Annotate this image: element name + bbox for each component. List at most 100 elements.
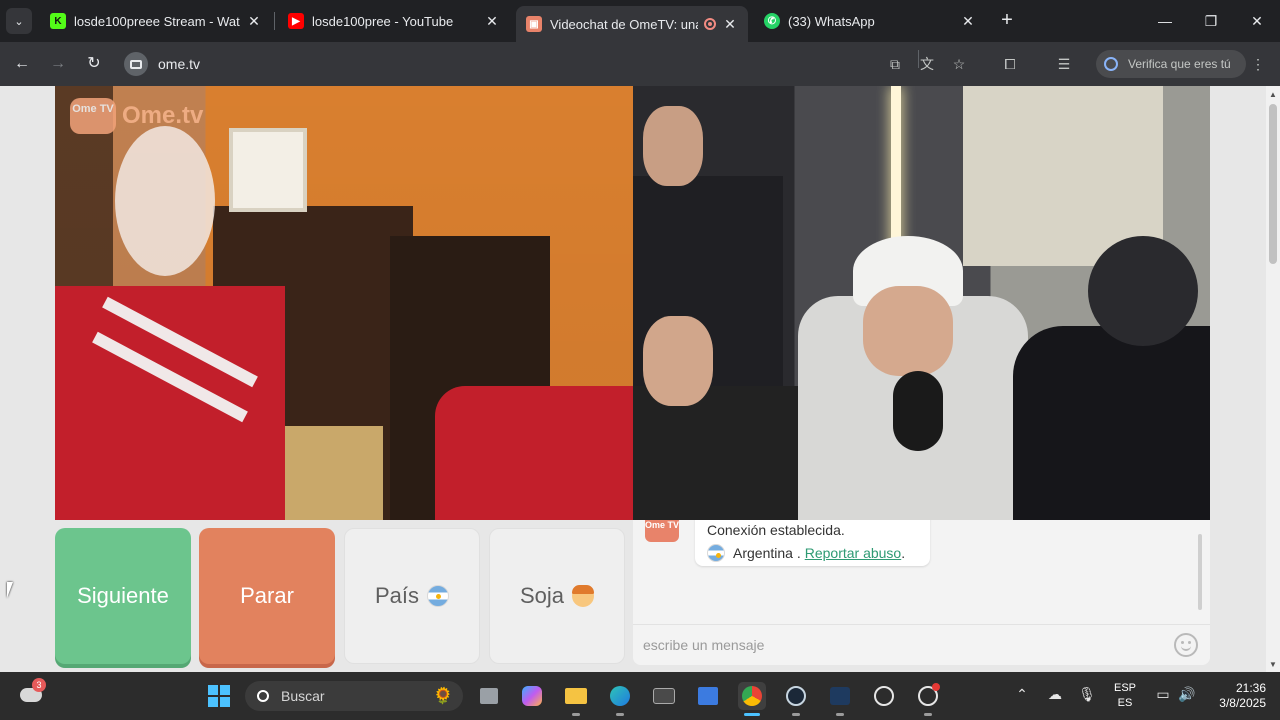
extensions-icon[interactable]: ⧠ [1000, 54, 1020, 74]
url-text[interactable]: ome.tv [158, 56, 200, 72]
tab-strip: ⌄ K losde100preee Stream - Watch ✕ ▶ los… [0, 0, 1280, 42]
partner-country-line: Argentina . Reportar abuso . [707, 544, 905, 562]
weather-widget-icon[interactable]: 3 [18, 678, 46, 710]
volume-icon[interactable]: 🔊 [1177, 686, 1197, 703]
kick-icon: K [50, 13, 66, 29]
next-label: Siguiente [77, 583, 169, 608]
clock-date: 3/8/2025 [1219, 696, 1266, 710]
window-close-button[interactable]: ✕ [1246, 10, 1268, 32]
onedrive-icon[interactable]: ☁ [1045, 686, 1065, 703]
toolbar-divider [918, 50, 919, 68]
separator-dot: . [792, 545, 801, 561]
ometv-logo-badge: Ome TV [70, 98, 116, 134]
stop-button[interactable]: Parar [199, 528, 335, 664]
profile-icon [1104, 57, 1118, 71]
close-icon[interactable]: ✕ [722, 16, 738, 33]
search-label: Buscar [281, 688, 325, 704]
connection-status: Conexión establecida. [707, 522, 845, 538]
report-abuse-link[interactable]: Reportar abuso [805, 545, 902, 561]
verify-label: Verifica que eres tú [1128, 57, 1231, 71]
red-jacket-left [55, 286, 285, 520]
edge-icon[interactable] [606, 682, 634, 716]
youtube-icon: ▶ [288, 13, 304, 29]
ometv-page: Ome TV Ome.tv Siguiente Parar País Soja … [0, 86, 1266, 672]
scroll-up-icon[interactable]: ▲ [1266, 88, 1280, 102]
system-clock[interactable]: 21:36 3/8/2025 [1210, 681, 1266, 711]
tab-title: losde100preee Stream - Watch [74, 13, 240, 29]
tab-separator [274, 12, 275, 30]
task-view-icon[interactable] [475, 682, 503, 710]
verify-identity-chip[interactable]: Verifica que eres tú [1096, 50, 1246, 78]
mouse-cursor-icon [7, 582, 19, 598]
face [643, 106, 703, 186]
recording-icon [704, 18, 716, 30]
stop-label: Parar [240, 583, 294, 608]
bookmark-star-icon[interactable]: ☆ [949, 54, 969, 74]
menu-kebab-icon[interactable]: ⋮ [1248, 54, 1268, 74]
taskbar-search[interactable]: Buscar 🌻 [245, 681, 463, 711]
remote-video [633, 86, 1210, 520]
network-icon[interactable]: ▭ [1153, 686, 1173, 703]
tab-title: Videochat de OmeTV: una [550, 16, 698, 32]
tab-ometv[interactable]: ▣ Videochat de OmeTV: una ✕ [516, 6, 748, 42]
partner-country: Argentina [733, 545, 793, 561]
page-scrollbar[interactable]: ▲ ▼ [1266, 86, 1280, 672]
cushion [273, 426, 383, 520]
copilot-icon[interactable] [518, 682, 546, 710]
country-filter-button[interactable]: País [344, 528, 480, 664]
ometv-avatar-icon: Ome TV [645, 520, 679, 542]
tab-search-chevron-icon[interactable]: ⌄ [6, 8, 32, 34]
tray-overflow-icon[interactable]: ⌃ [1012, 686, 1032, 703]
install-app-icon[interactable]: ⧉ [885, 54, 905, 74]
gender-filter-button[interactable]: Soja [489, 528, 625, 664]
close-icon[interactable]: ✕ [484, 13, 500, 30]
media-controls-icon[interactable]: ☰ [1054, 54, 1074, 74]
new-tab-button[interactable]: + [996, 10, 1018, 32]
chat-scrollbar[interactable] [1198, 534, 1202, 610]
face [643, 316, 713, 406]
terminal-icon[interactable] [826, 682, 854, 716]
minimize-button[interactable]: — [1154, 10, 1176, 32]
restore-button[interactable]: ❐ [1200, 10, 1222, 32]
country-label: País [374, 583, 420, 608]
address-bar[interactable]: ome.tv ⧉ 文 ☆ ⧠ ☰ Verifica que eres tú ⋮ [118, 48, 1280, 80]
emoji-icon[interactable] [1174, 633, 1198, 657]
translate-icon[interactable]: 文 [917, 54, 937, 74]
ometv-icon: ▣ [526, 16, 542, 32]
store-icon[interactable] [694, 682, 722, 710]
person-right [1013, 326, 1210, 520]
sunflower-icon: 🌻 [433, 688, 453, 705]
argentina-flag-icon [427, 585, 450, 607]
microphone-icon[interactable]: 🎙 [1077, 686, 1097, 703]
photo-frame [229, 128, 307, 212]
search-icon [257, 690, 269, 702]
next-button[interactable]: Siguiente [55, 528, 191, 664]
site-info-icon[interactable] [124, 52, 148, 76]
chrome-icon[interactable] [738, 682, 766, 716]
tab-kick-stream[interactable]: K losde100preee Stream - Watch ✕ [40, 6, 272, 36]
back-arrow-icon[interactable]: ← [11, 53, 33, 75]
input-language[interactable]: ESP ES [1110, 681, 1140, 711]
steam-icon[interactable] [782, 682, 810, 716]
reload-icon[interactable]: ↻ [83, 53, 105, 75]
file-explorer-icon[interactable] [562, 682, 590, 716]
tab-youtube[interactable]: ▶ losde100pree - YouTube ✕ [278, 6, 510, 36]
close-icon[interactable]: ✕ [246, 13, 262, 30]
start-windows-icon[interactable] [205, 682, 233, 710]
obs-icon[interactable] [914, 682, 942, 716]
ometv-logo: Ome TV Ome.tv [70, 98, 203, 134]
close-icon[interactable]: ✕ [960, 13, 976, 30]
tab-whatsapp[interactable]: ✆ (33) WhatsApp ✕ [754, 6, 986, 36]
scroll-down-icon[interactable]: ▼ [1266, 658, 1280, 672]
chat-input-bar [633, 624, 1210, 665]
notification-badge: 3 [32, 678, 46, 692]
scroll-thumb[interactable] [1269, 104, 1277, 264]
forward-arrow-icon[interactable]: → [47, 53, 69, 75]
person-left-front [633, 386, 803, 520]
chat-panel: Ome TV Conexión establecida. Argentina .… [633, 520, 1210, 665]
xbox-game-icon[interactable] [650, 682, 678, 710]
media-player-icon[interactable] [870, 682, 898, 710]
person-emoji-icon [572, 585, 595, 607]
ometv-logo-text: Ome.tv [122, 102, 204, 129]
message-input[interactable] [643, 633, 1163, 657]
